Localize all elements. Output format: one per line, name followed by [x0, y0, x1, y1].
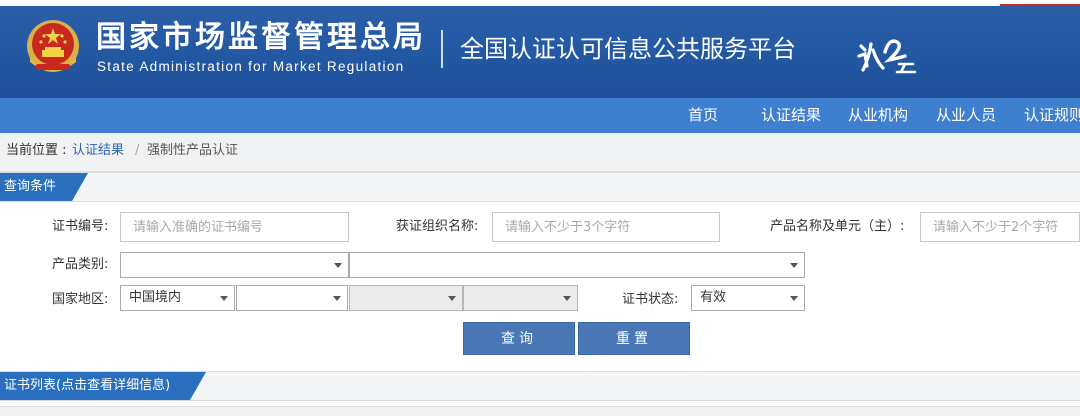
query-section-title: 查询条件	[0, 173, 88, 201]
org-name-en: State Administration for Market Regulati…	[97, 59, 405, 74]
top-strip	[0, 0, 1080, 6]
reset-button[interactable]: 重置	[578, 322, 690, 355]
status-label: 证书状态:	[622, 292, 679, 307]
region-select-city[interactable]	[349, 285, 463, 311]
category-select-secondary[interactable]	[349, 252, 805, 278]
product-name-input[interactable]	[920, 212, 1080, 242]
org-name-cn: 国家市场监督管理总局	[96, 20, 426, 55]
main-nav: 首页 认证结果 从业机构 从业人员 认证规则	[0, 98, 1080, 133]
region-select-value: 中国境内	[129, 290, 182, 305]
chevron-down-icon	[334, 263, 342, 268]
cert-no-label: 证书编号:	[52, 219, 109, 234]
nav-practitioners[interactable]: 从业人员	[936, 98, 996, 133]
breadcrumb-separator: /	[135, 143, 140, 158]
nav-cert-rules[interactable]: 认证规则	[1024, 98, 1080, 133]
header-banner: 国家市场监督管理总局 State Administration for Mark…	[0, 0, 1080, 98]
nav-home[interactable]: 首页	[688, 98, 718, 133]
category-label: 产品类别:	[52, 257, 109, 272]
chevron-down-icon	[790, 296, 798, 301]
org-name-label: 获证组织名称:	[396, 219, 479, 234]
region-select-country[interactable]: 中国境内	[120, 285, 235, 311]
region-select-district[interactable]	[463, 285, 578, 311]
chevron-down-icon	[448, 296, 456, 301]
query-section-header: 查询条件	[0, 172, 1080, 202]
nav-institutions[interactable]: 从业机构	[848, 98, 908, 133]
chevron-down-icon	[333, 296, 341, 301]
product-name-label: 产品名称及单元（主）:	[770, 219, 905, 234]
breadcrumb-current: 强制性产品认证	[147, 143, 239, 158]
search-button[interactable]: 查询	[463, 322, 575, 355]
platform-title: 全国认证认可信息公共服务平台	[460, 35, 796, 63]
list-section-header: 证书列表(点击查看详细信息)	[0, 371, 1080, 401]
national-emblem-icon	[27, 20, 79, 72]
region-select-province[interactable]	[236, 285, 348, 311]
chevron-down-icon	[220, 296, 228, 301]
chevron-down-icon	[563, 296, 571, 301]
chevron-down-icon	[790, 263, 798, 268]
breadcrumb-link-cert-results[interactable]: 认证结果	[72, 133, 124, 169]
list-section-title: 证书列表(点击查看详细信息)	[0, 372, 206, 400]
category-select-primary[interactable]	[120, 252, 349, 278]
cert-no-input[interactable]	[120, 212, 349, 242]
org-name-input[interactable]	[492, 212, 720, 242]
breadcrumb: 当前位置 : 认证结果 / 强制性产品认证	[0, 133, 1080, 172]
region-label: 国家地区:	[52, 292, 109, 307]
status-select-value: 有效	[700, 290, 727, 305]
nav-cert-results[interactable]: 认证结果	[761, 98, 821, 133]
platform-logo-icon	[857, 39, 917, 74]
status-select[interactable]: 有效	[691, 285, 805, 311]
breadcrumb-label: 当前位置 :	[6, 143, 67, 158]
header-divider	[441, 30, 443, 68]
